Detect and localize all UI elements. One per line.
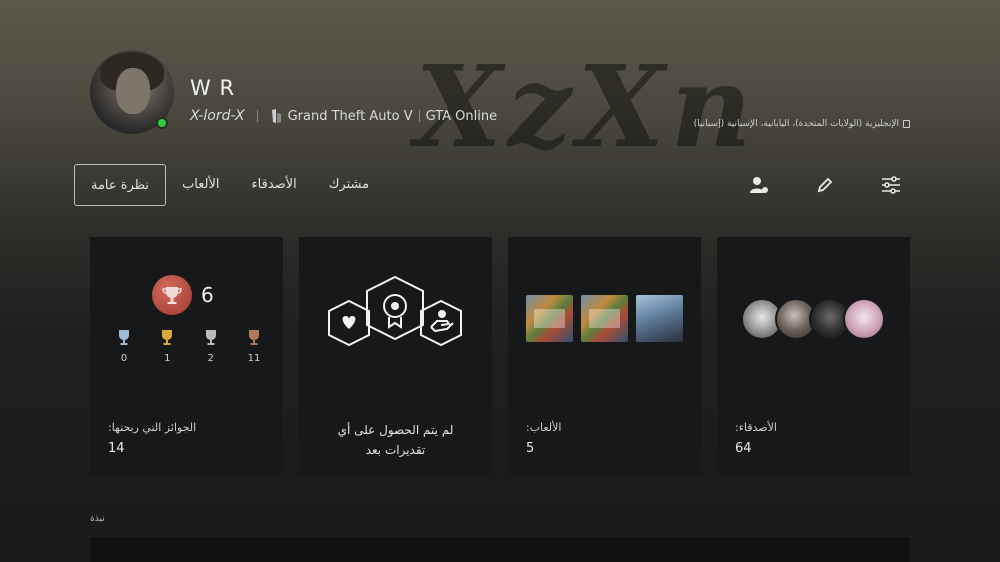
game-thumbnail bbox=[526, 295, 573, 342]
friend-avatars bbox=[741, 298, 885, 340]
tab-overview[interactable]: نظرة عامة bbox=[74, 164, 167, 206]
accolades-hexagons-icon bbox=[328, 275, 462, 347]
tab-friends[interactable]: الأصدقاء bbox=[236, 164, 313, 206]
tab-shared[interactable]: مشترك bbox=[313, 164, 385, 206]
ps-console-icon bbox=[271, 109, 281, 123]
trophy-level: 6 bbox=[201, 283, 214, 307]
lock-icon bbox=[903, 120, 910, 128]
tab-games[interactable]: الألعاب bbox=[166, 164, 235, 206]
accolades-card[interactable]: لم يتم الحصول على أي تقديرات بعد bbox=[299, 237, 492, 475]
profile-name: W R bbox=[190, 76, 236, 100]
divider bbox=[256, 110, 258, 122]
game-thumbnail bbox=[581, 295, 628, 342]
gold-count: 1 bbox=[157, 329, 177, 364]
edit-pencil-icon[interactable] bbox=[814, 174, 836, 196]
platinum-trophy-icon bbox=[119, 330, 129, 345]
presence-game: Grand Theft Auto V bbox=[287, 108, 413, 124]
friends-label: الأصدقاء: bbox=[735, 421, 777, 434]
games-label: الألعاب: bbox=[526, 421, 562, 434]
game-thumbnail bbox=[636, 295, 683, 342]
bio-panel[interactable] bbox=[90, 537, 910, 562]
presence-detail: GTA Online bbox=[425, 108, 498, 124]
friend-avatar bbox=[843, 298, 885, 340]
profile-tabs: نظرة عامة الألعاب الأصدقاء مشترك bbox=[74, 164, 385, 206]
profile-subline: X-lord-X Grand Theft Auto V GTA Online bbox=[190, 108, 497, 124]
bio-section-label: نبذة bbox=[90, 514, 105, 524]
friends-value: 64 bbox=[735, 441, 752, 456]
languages: الإنجليزية (الولايات المتحدة)، اليابانية… bbox=[693, 119, 899, 129]
trophy-counts: 0 1 2 11 bbox=[114, 329, 264, 364]
bronze-count: 11 bbox=[244, 329, 264, 364]
divider bbox=[418, 110, 420, 122]
friends-card[interactable]: الأصدقاء: 64 bbox=[717, 237, 910, 475]
trophies-label: الجوائز التي ربحتها: bbox=[108, 421, 197, 434]
trophies-value: 14 bbox=[108, 441, 125, 456]
languages-row: الإنجليزية (الولايات المتحدة)، اليابانية… bbox=[694, 119, 910, 129]
silver-count: 2 bbox=[201, 329, 221, 364]
trophies-card[interactable]: 6 0 1 2 11 الجوائز التي ربحتها: 14 bbox=[90, 237, 283, 475]
bronze-trophy-icon bbox=[248, 330, 259, 345]
settings-sliders-icon[interactable] bbox=[880, 174, 902, 196]
game-thumbnails bbox=[526, 295, 683, 342]
online-status-dot bbox=[156, 117, 168, 129]
gold-trophy-icon bbox=[162, 330, 173, 345]
silver-trophy-icon bbox=[205, 330, 216, 345]
add-friend-icon[interactable] bbox=[748, 174, 770, 196]
platinum-count: 0 bbox=[114, 329, 134, 364]
trophy-level-icon bbox=[152, 275, 192, 315]
online-id: X-lord-X bbox=[190, 108, 245, 124]
toolbar bbox=[748, 174, 902, 196]
games-value: 5 bbox=[526, 441, 535, 456]
accolades-message: لم يتم الحصول على أي تقديرات بعد bbox=[337, 423, 454, 457]
games-card[interactable]: الألعاب: 5 bbox=[508, 237, 701, 475]
